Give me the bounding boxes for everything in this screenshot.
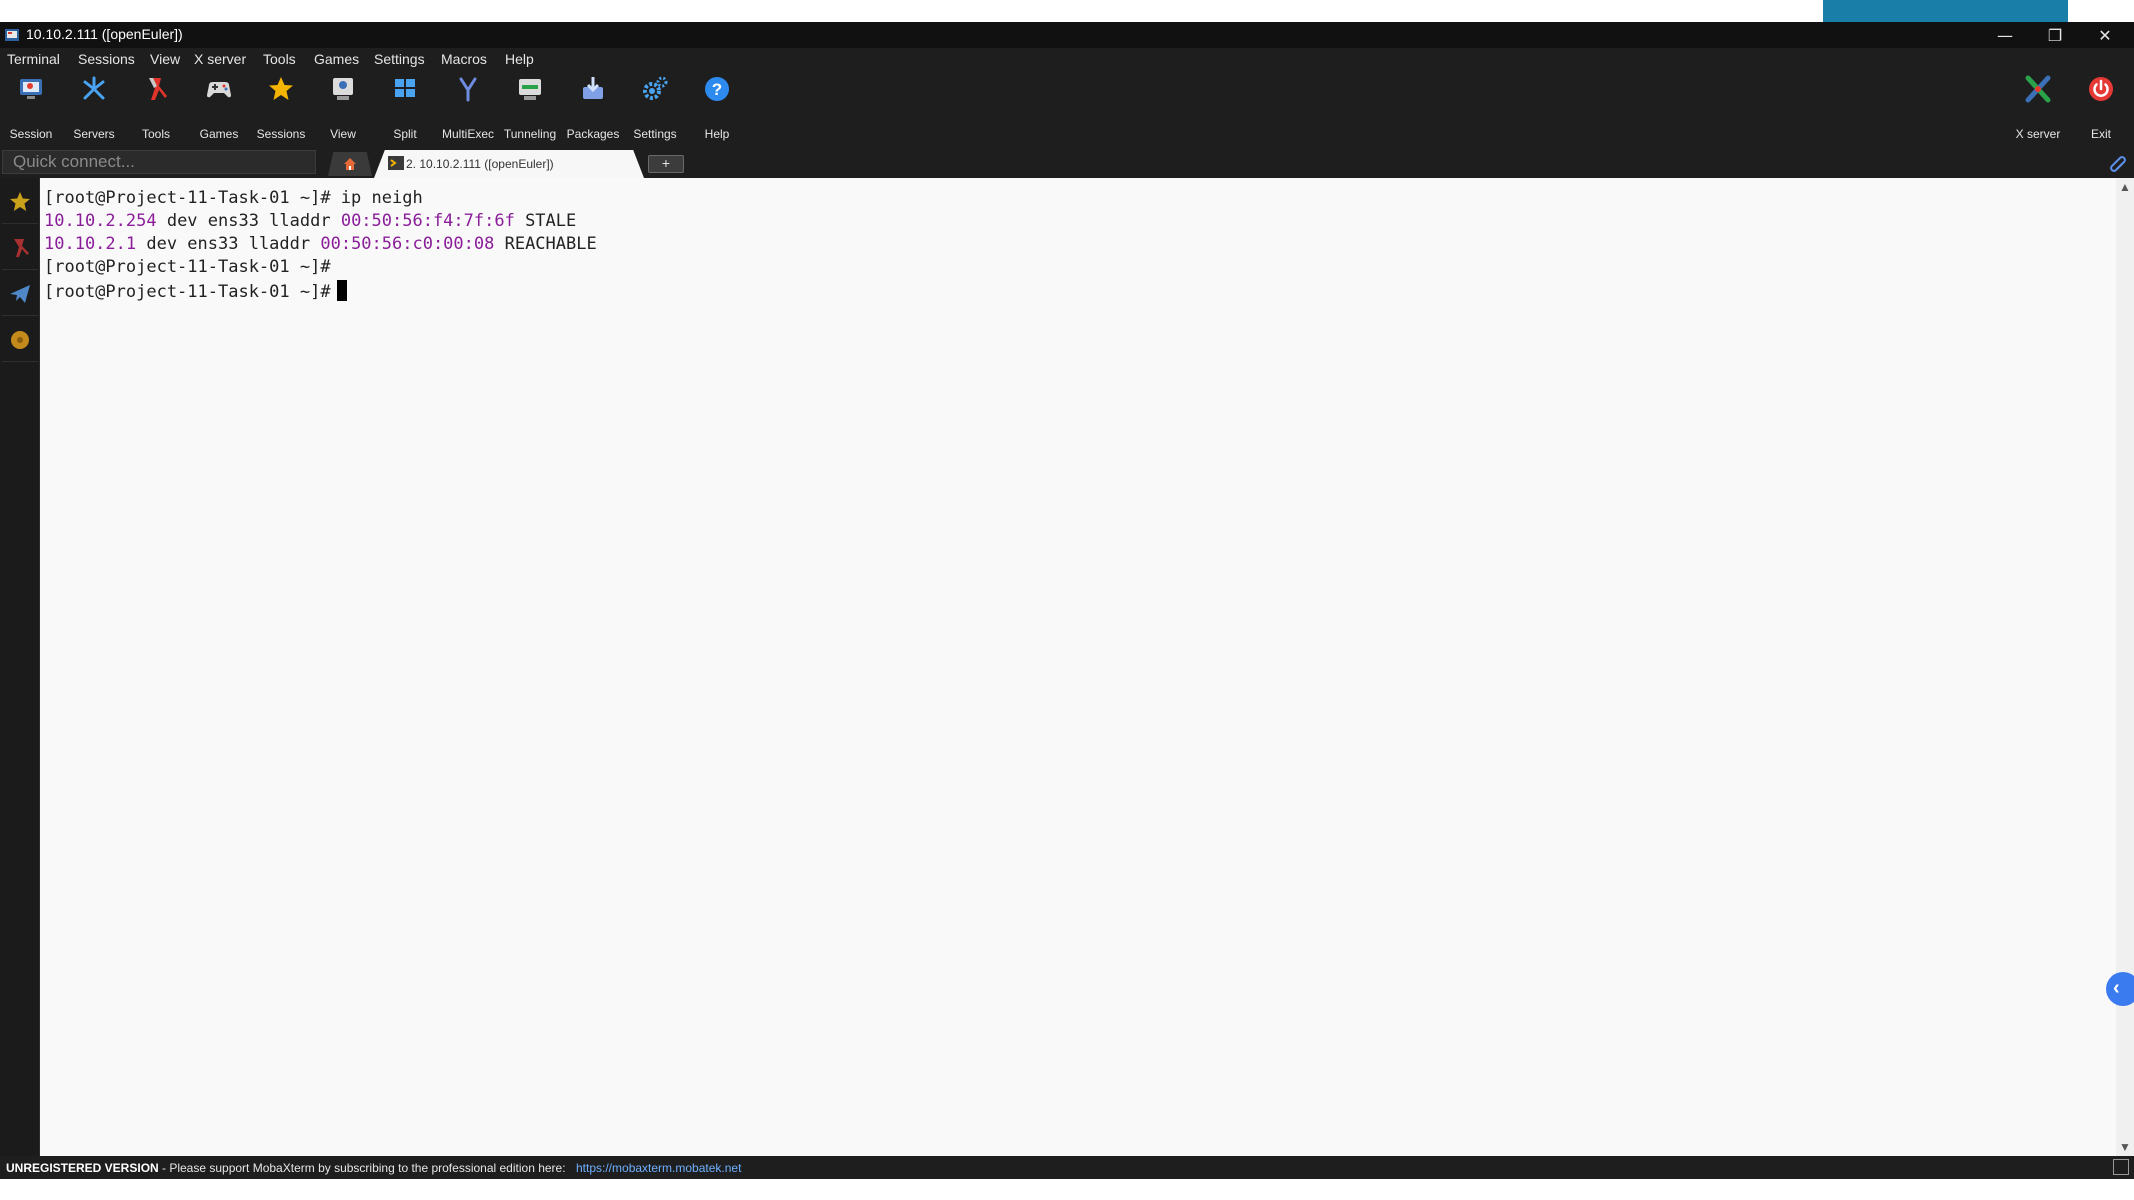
neighbor-state: REACHABLE — [494, 234, 597, 254]
desktop-accent-bar — [1823, 0, 2068, 22]
xserver-icon — [2025, 75, 2051, 103]
new-tab-button[interactable]: + — [648, 155, 684, 173]
settings-icon — [643, 76, 668, 100]
tab-row: 2. 10.10.2.111 ([openEuler]) + — [0, 148, 2134, 178]
support-message: - Please support MobaXterm by subscribin… — [162, 1161, 566, 1175]
app-icon — [5, 29, 19, 41]
menu-macros[interactable]: Macros — [441, 51, 487, 67]
paperclip-icon[interactable] — [2106, 154, 2126, 174]
menu-x-server[interactable]: X server — [194, 51, 246, 67]
paper-plane-icon — [10, 285, 30, 303]
title-bar: 10.10.2.111 ([openEuler]) — ❐ ✕ — [0, 22, 2134, 48]
tools-icon — [14, 239, 29, 257]
ip-address: 10.10.2.1 — [44, 234, 137, 254]
terminal-prompt: [root@Project-11-Task-01 ~]# — [44, 282, 331, 302]
home-tab[interactable] — [328, 152, 372, 176]
terminal-session-icon — [388, 156, 404, 170]
help-icon: ? — [705, 77, 729, 101]
terminal-line: 10.10.2.1 dev ens33 lladdr 00:50:56:c0:0… — [44, 234, 597, 254]
terminal-line: 10.10.2.254 dev ens33 lladdr 00:50:56:f4… — [44, 211, 576, 231]
window-title: 10.10.2.111 ([openEuler]) — [26, 26, 183, 42]
terminal-output[interactable]: [root@Project-11-Task-01 ~]# ip neigh 10… — [40, 178, 2116, 1156]
mobatek-link[interactable]: https://mobaxterm.mobatek.net — [576, 1161, 741, 1175]
servers-icon — [83, 76, 105, 100]
session-icon — [20, 79, 42, 99]
desktop-top-strip — [0, 0, 2134, 22]
close-button[interactable]: ✕ — [2080, 22, 2130, 48]
terminal-text: [root@Project-11-Task-01 ~]# ip neigh — [44, 188, 423, 208]
menu-settings[interactable]: Settings — [374, 51, 425, 67]
terminal-text: dev ens33 lladdr — [156, 211, 341, 231]
mobaxterm-window: 10.10.2.111 ([openEuler]) — ❐ ✕ Terminal… — [0, 22, 2134, 1179]
multiexec-icon — [459, 77, 477, 102]
session-tab[interactable]: 2. 10.10.2.111 ([openEuler]) — [374, 150, 644, 178]
session-tab-label: 2. 10.10.2.111 ([openEuler]) — [406, 157, 554, 171]
collapse-handle-icon[interactable]: ‹ — [2106, 972, 2134, 1006]
terminal-text: dev ens33 lladdr — [136, 234, 321, 254]
quick-connect-input[interactable] — [2, 150, 316, 174]
sidebar-sessions-button[interactable] — [2, 180, 38, 224]
toolbar: Session Servers Tools Games Sessions Vie… — [0, 70, 2134, 148]
mac-address: 00:50:56:f4:7f:6f — [340, 211, 515, 231]
menu-sessions[interactable]: Sessions — [78, 51, 135, 67]
neighbor-state: STALE — [514, 211, 577, 231]
mac-address: 00:50:56:c0:00:08 — [320, 234, 495, 254]
ip-address: 10.10.2.254 — [44, 211, 157, 231]
terminal-scrollbar[interactable]: ▲ ▼ — [2116, 178, 2134, 1156]
minimize-button[interactable]: — — [1980, 22, 2030, 48]
toolbar-help-label: Help — [704, 127, 730, 141]
sessions-star-icon — [269, 77, 293, 100]
macro-icon — [11, 331, 29, 349]
sidebar-macros-button[interactable] — [2, 318, 38, 362]
tools-icon — [149, 78, 167, 100]
home-icon — [344, 158, 356, 170]
terminal-line: [root@Project-11-Task-01 ~]# — [44, 280, 347, 302]
menu-help[interactable]: Help — [505, 51, 534, 67]
power-icon — [2089, 77, 2113, 101]
view-icon — [333, 78, 353, 100]
terminal-cursor — [336, 280, 347, 301]
tunneling-icon — [519, 79, 541, 100]
sidebar-sftp-button[interactable] — [2, 272, 38, 316]
games-icon — [207, 82, 231, 98]
sidebar-tools-button[interactable] — [2, 226, 38, 270]
split-icon — [395, 79, 415, 97]
left-sidebar — [0, 178, 40, 1179]
toolbar-exit-button[interactable]: Exit — [2070, 70, 2132, 148]
status-bar: UNREGISTERED VERSION - Please support Mo… — [0, 1156, 2134, 1179]
monitor-icon[interactable] — [2113, 1159, 2129, 1175]
unregistered-label: UNREGISTERED VERSION — [6, 1161, 159, 1175]
menu-games[interactable]: Games — [314, 51, 359, 67]
desktop-bottom-strip — [0, 1179, 2134, 1200]
terminal-line: [root@Project-11-Task-01 ~]# — [44, 257, 331, 277]
menu-terminal[interactable]: Terminal — [7, 51, 60, 67]
terminal-prompt: [root@Project-11-Task-01 ~]# — [44, 257, 331, 277]
svg-text:?: ? — [712, 80, 722, 99]
star-icon — [10, 192, 30, 211]
scroll-down-icon[interactable]: ▼ — [2118, 1140, 2132, 1154]
packages-icon — [583, 77, 603, 99]
menu-bar: Terminal Sessions View X server Tools Ga… — [0, 48, 2134, 70]
menu-view[interactable]: View — [150, 51, 180, 67]
menu-tools[interactable]: Tools — [263, 51, 296, 67]
restore-button[interactable]: ❐ — [2030, 22, 2080, 48]
toolbar-help-button[interactable]: ? Help — [686, 70, 748, 148]
toolbar-exit-label: Exit — [2090, 127, 2111, 141]
scroll-up-icon[interactable]: ▲ — [2118, 180, 2132, 194]
terminal-line: [root@Project-11-Task-01 ~]# ip neigh — [44, 188, 423, 208]
